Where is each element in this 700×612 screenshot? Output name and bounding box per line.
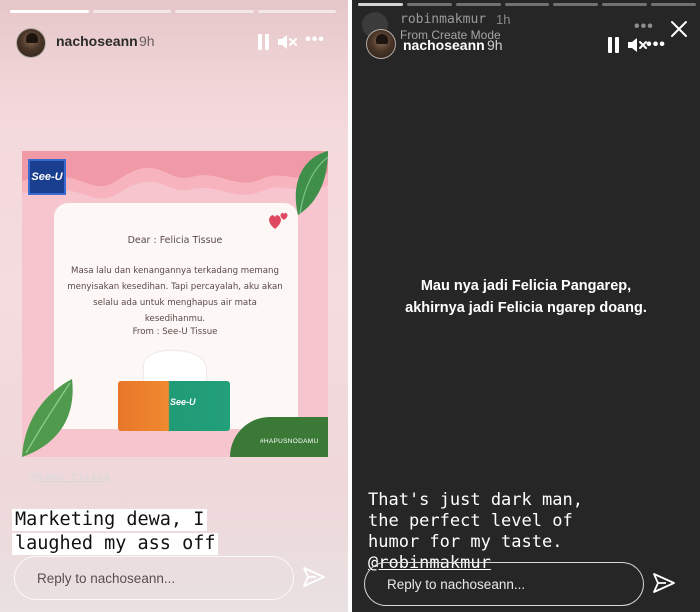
more-icon[interactable]: ••• [303,30,327,50]
pause-icon[interactable] [256,34,270,50]
progress-segment [406,3,452,6]
story-image-card: See-U Dear : Felicia Tissue Masa lalu da… [22,151,328,457]
progress-segment [92,10,171,13]
progress-segment [553,3,599,6]
close-icon[interactable] [668,18,690,40]
story-progress-bar [358,3,697,6]
avatar[interactable] [16,28,46,58]
hashtag: #HAPUSNODAMU [260,438,319,445]
card-greeting: Dear : Felicia Tissue [127,235,223,246]
leaf-decoration [22,379,73,457]
reply-input[interactable]: Reply to nachoseann... [14,556,294,600]
progress-segment [257,10,336,13]
timestamp: 9h [139,33,155,49]
username[interactable]: nachoseann [403,37,485,53]
reply-input[interactable]: Reply to nachoseann... [364,562,644,606]
story-right[interactable]: robinmakmur 1h From Create Mode ••• nach… [352,0,700,612]
story-text: Mau nya jadi Felicia Pangarep, akhirnya … [405,278,647,316]
reshared-more-icon: ••• [634,18,654,35]
progress-segment [10,10,89,13]
progress-segment [455,3,501,6]
caption-line: humor for my taste. [368,532,563,552]
caption-line: That's just dark man, [368,490,583,510]
reply-placeholder: Reply to nachoseann... [37,570,176,586]
story-left[interactable]: nachoseann 9h ••• See-U Dear : Felicia T… [0,0,348,612]
progress-segment [602,3,648,6]
username[interactable]: nachoseann [56,33,138,49]
story-caption: Marketing dewa, I laughed my ass off [12,508,342,556]
story-progress-bar [10,10,336,13]
reshared-timestamp: 1h [496,12,511,27]
reshared-username[interactable]: robinmakmur [400,12,486,27]
more-icon[interactable]: ••• [644,35,668,55]
avatar[interactable] [366,29,396,59]
caption-line: laughed my ass off [12,533,219,555]
send-icon[interactable] [302,566,326,588]
timestamp: 9h [487,37,503,53]
sticker-mention[interactable]: @seeu_tissue [31,470,110,483]
brand-logo: See-U [28,159,66,195]
caption-line: the perfect level of [368,511,573,531]
progress-segment [651,3,697,6]
progress-segment [358,3,403,6]
card-signature: From : See-U Tissue [132,327,218,337]
card-message: Masa lalu dan kenangannya terkadang mema… [67,266,283,324]
tissue-box-label: See-U [170,397,196,407]
progress-segment [175,10,254,13]
mute-icon[interactable] [276,32,298,52]
progress-segment [504,3,550,6]
pause-icon[interactable] [606,37,620,53]
reply-placeholder: Reply to nachoseann... [387,576,526,592]
send-icon[interactable] [652,572,676,594]
heart-icon [269,212,288,229]
caption-line: Marketing dewa, I [12,509,208,531]
leaf-decoration [295,151,328,215]
